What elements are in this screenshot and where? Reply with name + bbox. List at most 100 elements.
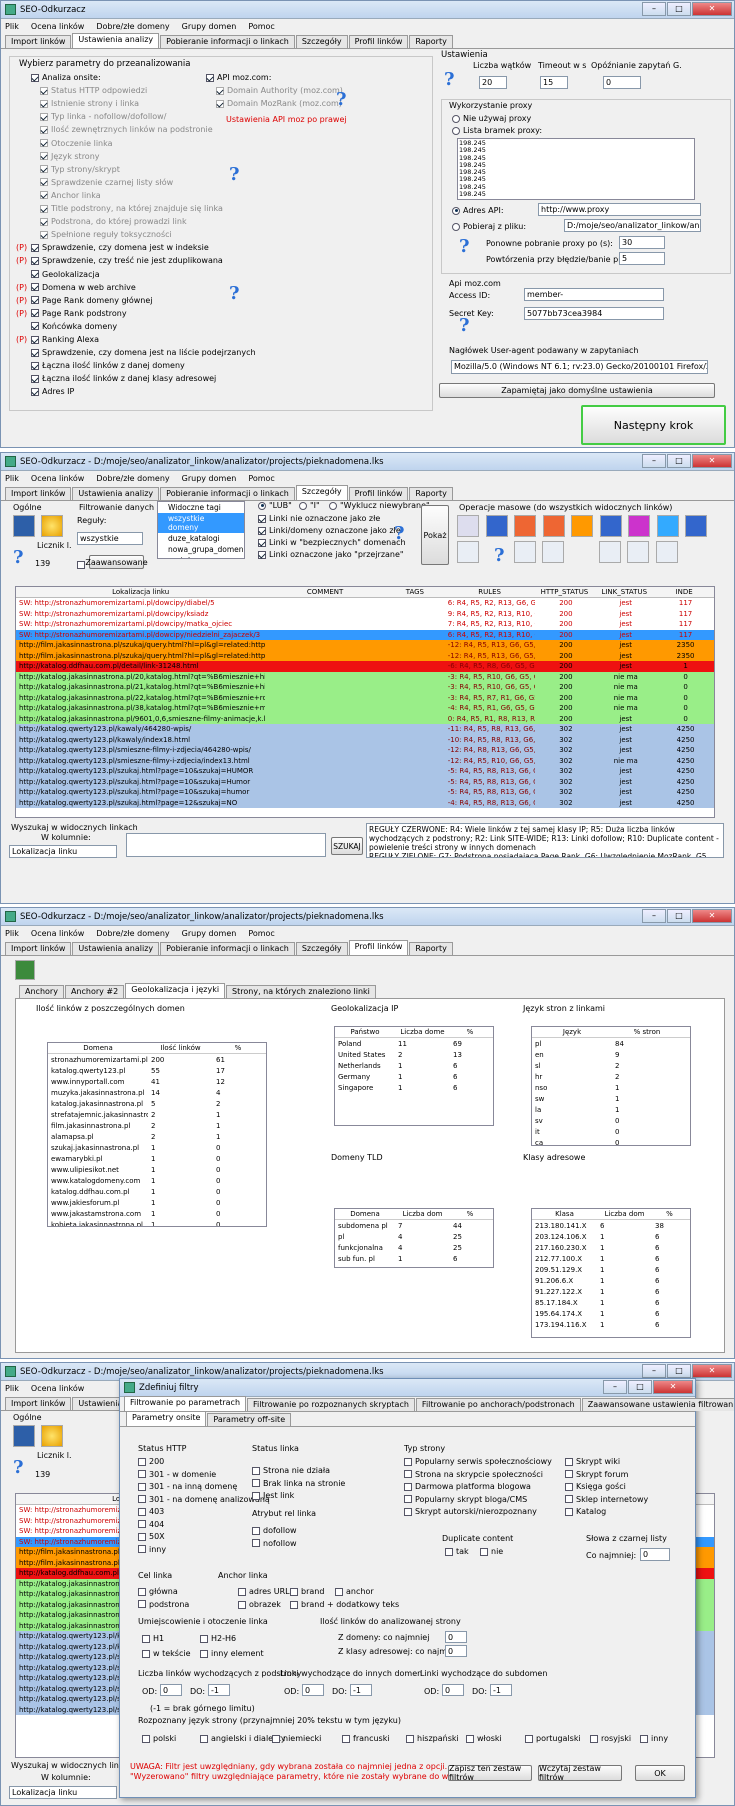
cnt-spinner[interactable]: 0 <box>445 1645 467 1657</box>
minimize-button[interactable]: – <box>603 1379 627 1394</box>
rules-select[interactable]: wszystkie <box>77 532 143 545</box>
flag-orange-icon[interactable] <box>542 515 565 537</box>
table-row[interactable]: 173.194.116.X 1 6 <box>532 1319 690 1330</box>
param-check-11[interactable]: Podstrona, do której prowadzi link <box>40 217 187 226</box>
domains-table[interactable]: Domena Ilość linków% stronazhumoremizartam… <box>47 1042 267 1227</box>
tab-ustawienia[interactable]: Ustawienia analizy <box>72 33 160 48</box>
table-row[interactable]: http://katalog.jakasinnastrona.pl/21,kat… <box>16 682 714 693</box>
lang-check[interactable]: rosyjski <box>590 1734 631 1743</box>
menu-ocena[interactable]: Ocena linków <box>31 1384 84 1393</box>
search-column-select[interactable]: Lokalizacja linku <box>9 1786 117 1799</box>
tld-table[interactable]: Domena Liczba dom% subdomena pl 7 44 pl 4 25 fun… <box>334 1208 494 1268</box>
undo-icon[interactable] <box>485 515 508 537</box>
checkbox[interactable] <box>31 374 39 383</box>
close-button[interactable]: ✕ <box>692 1 732 16</box>
subtab-anchory2[interactable]: Anchory #2 <box>64 985 125 998</box>
checkbox[interactable] <box>206 73 214 82</box>
checkbox[interactable] <box>565 1457 573 1466</box>
checkbox[interactable] <box>31 283 39 292</box>
table-row[interactable]: ewamarybki.pl 1 0 <box>48 1153 266 1164</box>
checkbox[interactable] <box>31 243 39 252</box>
param-check-5[interactable]: Otoczenie linka <box>40 139 113 148</box>
param-check-24[interactable]: Adres IP <box>31 387 74 396</box>
menu-grupy[interactable]: Grupy domen <box>182 22 237 31</box>
checkbox[interactable] <box>138 1470 146 1478</box>
checkbox[interactable] <box>31 256 39 265</box>
column-header[interactable]: % <box>450 1028 490 1036</box>
checkbox[interactable] <box>138 1495 146 1503</box>
table-row[interactable]: subdomena pl 7 44 <box>335 1220 493 1231</box>
proxy-list[interactable]: 198.245 198.245 198.245 198.245 198.245 198.2… <box>457 138 695 200</box>
checkbox[interactable] <box>138 1507 146 1516</box>
anchor-check[interactable]: brand + dodatkowy teks <box>290 1600 399 1609</box>
param-check-6[interactable]: Język strony <box>40 152 100 161</box>
lang-check[interactable]: hiszpański <box>406 1734 459 1743</box>
check-reviewed[interactable]: Linki oznaczone jako "przejrzane" <box>258 550 404 559</box>
save-icon[interactable] <box>13 1425 35 1447</box>
type-check[interactable]: Popularny serwis społecznościowy <box>404 1457 552 1466</box>
attr-check[interactable]: nofollow <box>252 1539 297 1548</box>
cnt-spinner[interactable]: 0 <box>445 1631 467 1643</box>
checkbox[interactable] <box>200 1734 208 1743</box>
checkbox[interactable] <box>31 335 39 344</box>
timeout-spinner[interactable]: 15 <box>540 76 568 89</box>
table-row[interactable]: SW: http://stronazhumoremizartami.pl/dow… <box>16 608 714 619</box>
file-path-input[interactable]: D:/moje/seo/analizator_linkow/analizato <box>564 219 701 232</box>
excel-icon[interactable] <box>457 541 479 563</box>
export-excel-icon[interactable] <box>15 960 35 980</box>
close-button[interactable]: ✕ <box>692 453 732 468</box>
table-row[interactable]: sl 2 <box>532 1060 690 1071</box>
checkbox[interactable] <box>142 1734 150 1743</box>
proxy-row[interactable]: 198.245 <box>459 139 693 147</box>
do-spinner[interactable]: -1 <box>350 1684 372 1696</box>
http-check[interactable]: 301 - w domenie <box>138 1470 216 1479</box>
flag-yellow-icon[interactable] <box>571 515 593 537</box>
table-row[interactable]: http://katalog.qwerty123.pl/szukaj.html?… <box>16 766 714 777</box>
checkbox[interactable] <box>565 1507 573 1516</box>
proxy-row[interactable]: 198.245 <box>459 146 693 154</box>
checkbox[interactable] <box>252 1466 260 1475</box>
radio[interactable] <box>452 114 460 123</box>
lang-check[interactable]: inny <box>640 1734 668 1743</box>
http-check[interactable]: 404 <box>138 1520 164 1529</box>
checkbox[interactable] <box>335 1587 343 1596</box>
param-check-0[interactable]: Analiza onsite: <box>31 73 101 82</box>
api-addr-input[interactable]: http://www.proxy <box>538 203 701 216</box>
column-header[interactable]: % <box>652 1210 687 1218</box>
type-check[interactable]: Sklep internetowy <box>565 1495 648 1504</box>
maximize-button[interactable]: □ <box>667 1363 691 1378</box>
tab-ustawienia[interactable]: Ustawienia analizy <box>72 942 160 955</box>
status-check[interactable]: Jest link <box>252 1491 294 1500</box>
checkbox[interactable] <box>252 1526 260 1535</box>
checkbox[interactable] <box>40 125 48 134</box>
type-check[interactable]: Księga gości <box>565 1482 626 1491</box>
table-row[interactable]: 209.51.129.X 1 6 <box>532 1264 690 1275</box>
menu-ocena[interactable]: Ocena linków <box>31 929 84 938</box>
checkbox[interactable] <box>40 204 48 213</box>
checkbox[interactable] <box>200 1634 208 1643</box>
table-row[interactable]: 203.124.106.X 1 6 <box>532 1231 690 1242</box>
tab-import[interactable]: Import linków <box>5 487 72 500</box>
param-check-14[interactable]: Sprawdzenie, czy treść nie jest zdupliko… <box>31 256 223 265</box>
status-check[interactable]: Brak linka na stronie <box>252 1479 345 1488</box>
column-header[interactable]: Domena <box>335 1210 395 1218</box>
checkbox[interactable] <box>565 1482 573 1491</box>
column-header[interactable]: Ilość linków <box>148 1044 213 1052</box>
checkbox[interactable] <box>40 139 48 147</box>
checkbox[interactable] <box>40 178 48 187</box>
radio[interactable] <box>452 222 460 231</box>
checkbox[interactable] <box>480 1547 488 1556</box>
checkbox[interactable] <box>216 99 224 108</box>
table-row[interactable]: pl 84 <box>532 1038 690 1049</box>
menu-pomoc[interactable]: Pomoc <box>248 22 275 31</box>
checkbox[interactable] <box>31 387 39 396</box>
checkbox[interactable] <box>31 348 39 357</box>
table-row[interactable]: www.innyportall.com 41 12 <box>48 1076 266 1087</box>
checkbox[interactable] <box>258 514 266 523</box>
http-check[interactable]: 301 - na inną domenę <box>138 1482 237 1491</box>
column-header[interactable]: Państwo <box>335 1028 395 1036</box>
menu-pomoc[interactable]: Pomoc <box>248 929 275 938</box>
column-header[interactable]: Domena <box>48 1044 148 1052</box>
checkbox[interactable] <box>40 152 48 161</box>
checkbox[interactable] <box>31 322 39 331</box>
